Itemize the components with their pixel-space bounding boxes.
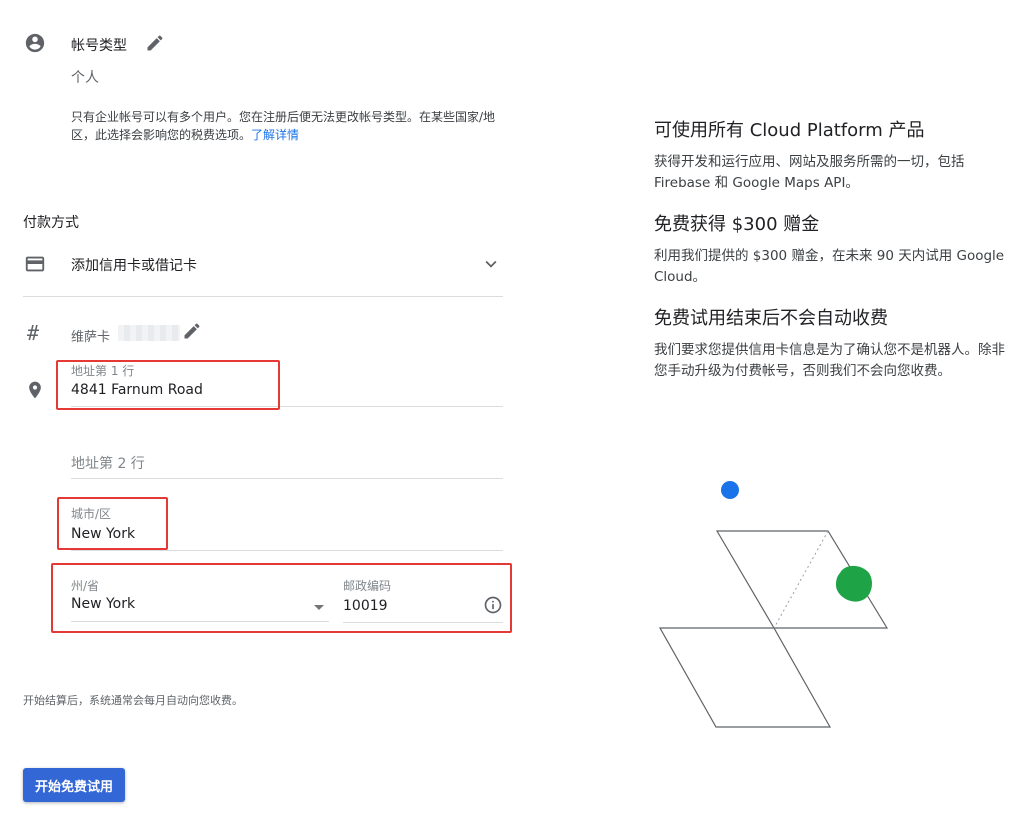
masked-card-number [118,325,180,341]
benefit-title-2: 免费获得 $300 赠金 [654,214,820,235]
add-card-label[interactable]: 添加信用卡或借记卡 [71,255,197,275]
credit-card-icon [24,253,46,275]
address2-input[interactable]: 地址第 2 行 [71,453,145,473]
account-type-value: 个人 [71,70,99,86]
hash-icon: # [27,321,40,345]
lower-panel [658,627,832,728]
benefit-text-2: 利用我们提供的 $300 赠金，在未来 90 天内试用 Google Cloud… [654,248,1005,285]
learn-more-link[interactable]: 了解详情 [251,128,299,142]
city-underline [71,550,503,551]
divider [23,296,503,297]
account-type-label: 帐号类型 [71,38,127,54]
start-trial-button[interactable]: 开始免费试用 [23,768,125,802]
edit-icon[interactable] [145,33,165,53]
account-type-note: 只有企业帐号可以有多个用户。您在注册后便无法更改帐号类型。在某些国家/地区，此选… [71,108,501,144]
address2-underline [71,478,503,479]
billing-note: 开始结算后，系统通常会每月自动向您收费。 [23,694,243,707]
benefits-panel: 可使用所有 Cloud Platform 产品 获得开发和运行应用、网站及服务所… [654,116,1006,382]
benefit-text-3: 我们要求您提供信用卡信息是为了确认您不是机器人。除非您手动升级为付费帐号，否则我… [654,342,1005,379]
benefit-title-1: 可使用所有 Cloud Platform 产品 [654,120,925,141]
green-blob [836,565,872,602]
account-circle-icon [24,32,46,54]
dotted-diagonal [773,530,829,629]
chevron-down-icon[interactable] [480,253,502,275]
payment-section-title: 付款方式 [23,215,79,231]
illustration [658,481,889,728]
highlight-state-zip [51,563,512,633]
location-pin-icon [25,379,45,401]
edit-card-icon[interactable] [182,321,202,341]
benefit-text-1: 获得开发和运行应用、网站及服务所需的一切，包括 Firebase 和 Googl… [654,154,965,191]
blue-dot [721,481,739,499]
card-type-label: 维萨卡 [71,330,111,345]
highlight-city [57,497,168,550]
highlight-address1 [56,360,280,410]
benefit-title-3: 免费试用结束后不会自动收费 [654,308,888,329]
